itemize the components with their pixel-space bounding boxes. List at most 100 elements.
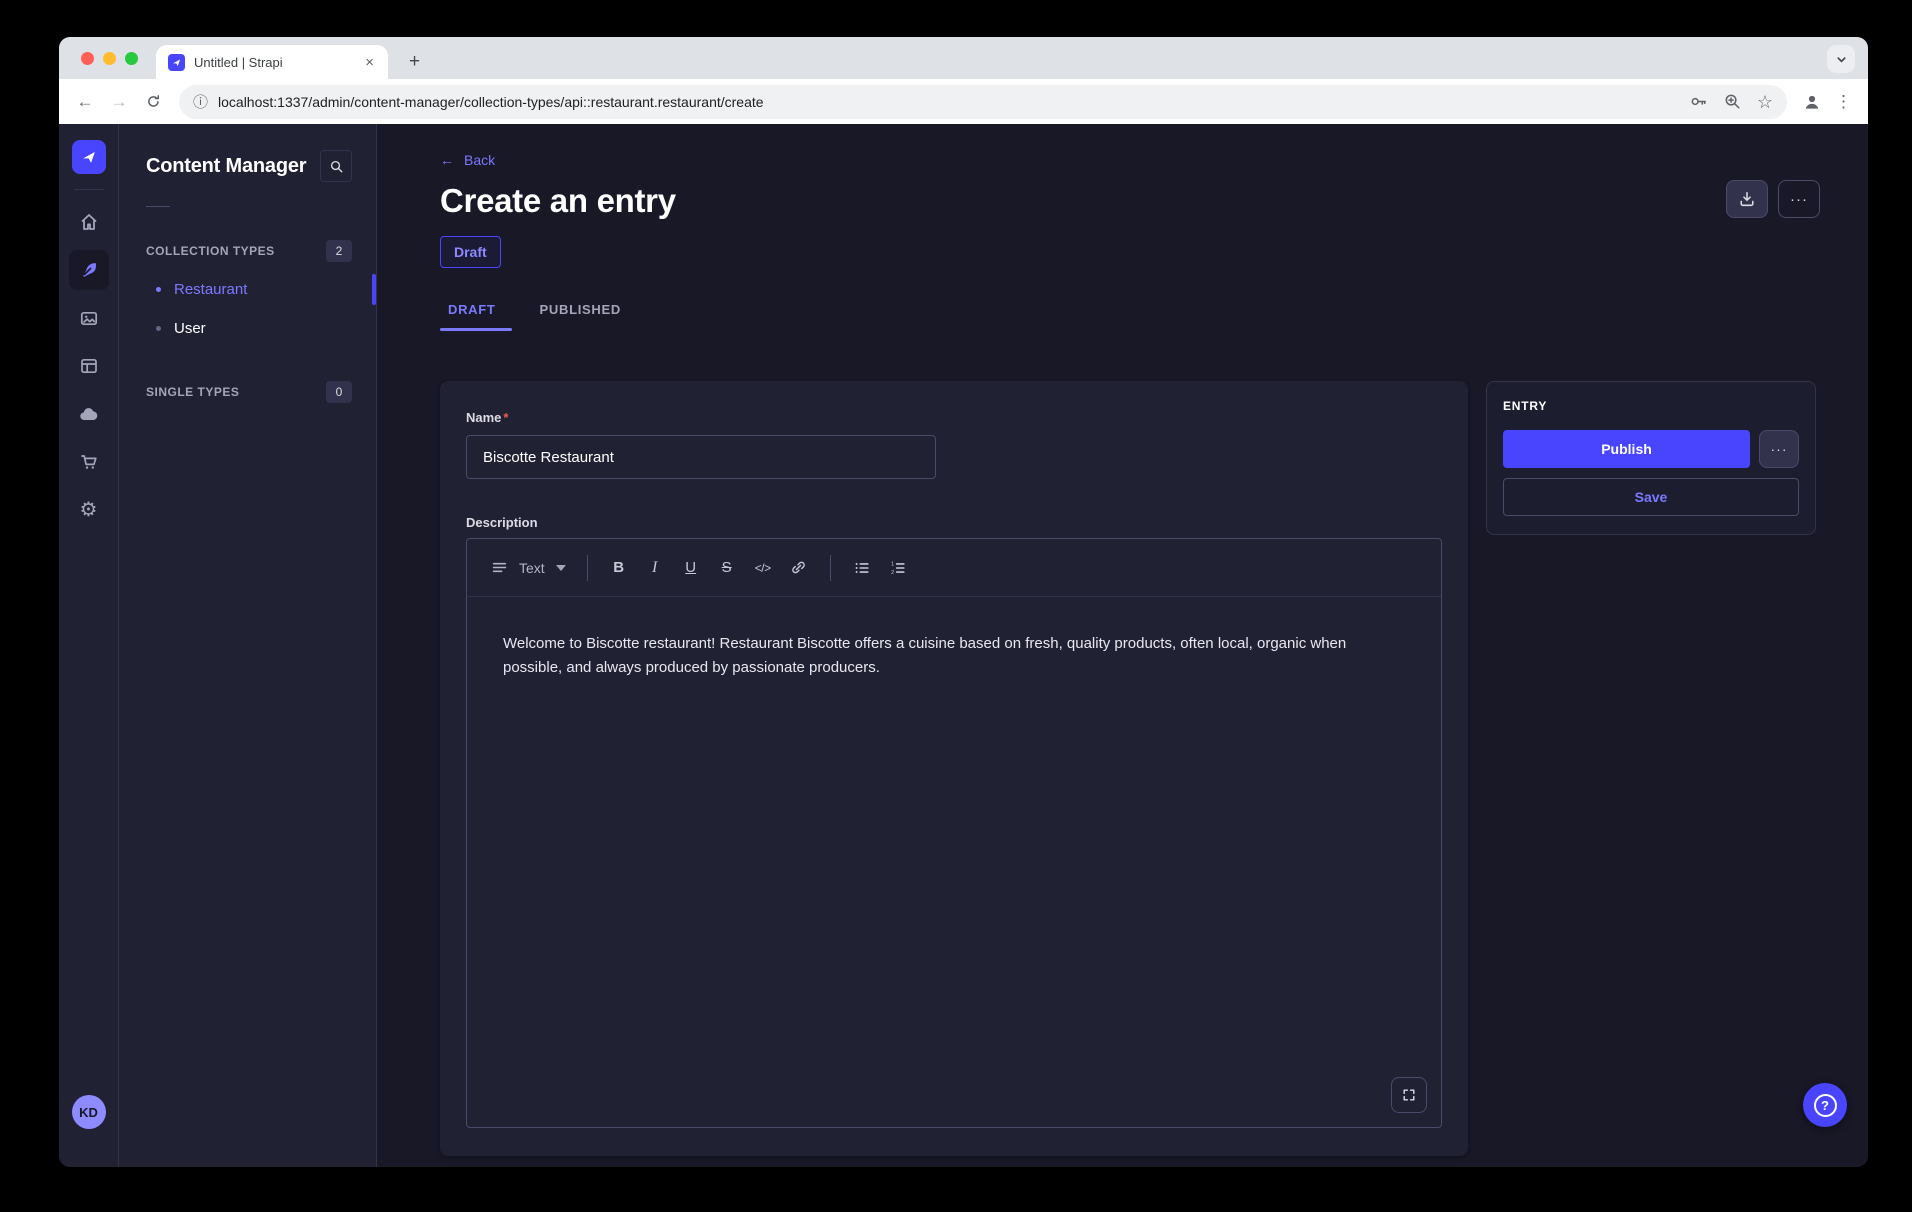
tab-published[interactable]: PUBLISHED (532, 302, 637, 331)
toolbar-divider (587, 555, 588, 581)
sidebar-item-cloud[interactable] (69, 394, 109, 434)
content-manager-sidebar: Content Manager COLLECTION TYPES 2 Resta… (119, 124, 377, 1167)
name-input[interactable] (466, 435, 936, 479)
entry-form-row: Name* Description Text B (440, 381, 1820, 1156)
tab-search-button[interactable] (1827, 45, 1855, 73)
password-key-icon[interactable] (1689, 92, 1708, 111)
single-types-label: SINGLE TYPES (146, 385, 239, 399)
link-button[interactable] (782, 551, 816, 585)
sidebar-item-home[interactable] (69, 202, 109, 242)
collection-types-list: Restaurant User (146, 270, 352, 348)
browser-window: Untitled | Strapi × + ← → ⓘ localhost:13… (59, 37, 1868, 1167)
sidebar-item-restaurant[interactable]: Restaurant (146, 270, 352, 309)
sidebar-divider (146, 206, 170, 207)
sidebar-item-settings[interactable]: ⚙ (69, 490, 109, 530)
strapi-favicon-icon (168, 54, 185, 71)
back-label: Back (464, 152, 495, 168)
entry-form-card: Name* Description Text B (440, 381, 1468, 1156)
download-icon (1738, 190, 1756, 208)
caret-down-icon (556, 565, 566, 571)
bulleted-list-button[interactable] (845, 551, 879, 585)
bookmark-star-icon[interactable]: ☆ (1757, 93, 1773, 111)
back-arrow-icon: ← (440, 152, 454, 168)
entry-panel-title: ENTRY (1503, 399, 1799, 413)
entry-more-button[interactable]: ··· (1759, 430, 1799, 468)
underline-button[interactable]: U (674, 551, 708, 585)
link-icon (790, 559, 807, 576)
toolbar-divider (830, 555, 831, 581)
close-window-button[interactable] (81, 52, 94, 65)
collection-types-count-badge: 2 (326, 240, 352, 262)
more-actions-button[interactable]: ··· (1778, 180, 1820, 218)
back-link[interactable]: ← Back (440, 152, 495, 168)
strapi-logo-button[interactable] (72, 140, 106, 174)
strikethrough-button[interactable]: S (710, 551, 744, 585)
required-asterisk: * (503, 410, 508, 425)
browser-profile-icon[interactable] (1797, 87, 1827, 117)
sidebar-item-content-manager[interactable] (69, 250, 109, 290)
publish-button[interactable]: Publish (1503, 430, 1750, 468)
sidebar-item-media-library[interactable] (69, 298, 109, 338)
chevron-down-icon (1835, 53, 1848, 66)
nav-divider (74, 189, 104, 190)
sidebar-item-label: Restaurant (174, 281, 247, 298)
browser-menu-icon[interactable]: ⋮ (1829, 92, 1858, 112)
editor-toolbar: Text B I U S </> (467, 539, 1441, 597)
svg-text:1: 1 (891, 561, 894, 567)
search-button[interactable] (320, 150, 352, 182)
zoom-window-button[interactable] (125, 52, 138, 65)
save-button[interactable]: Save (1503, 478, 1799, 516)
strapi-logo-glyph (171, 57, 182, 68)
sidebar-item-user[interactable]: User (146, 309, 352, 348)
numbered-list-icon: 12 (889, 559, 907, 577)
expand-editor-button[interactable] (1391, 1077, 1427, 1113)
description-text[interactable]: Welcome to Biscotte restaurant! Restaura… (503, 632, 1405, 680)
url-text[interactable]: localhost:1337/admin/content-manager/col… (218, 94, 1679, 110)
zoom-icon[interactable] (1723, 92, 1742, 111)
browser-tab[interactable]: Untitled | Strapi × (156, 45, 388, 79)
status-badge: Draft (440, 236, 501, 268)
forward-button[interactable]: → (103, 86, 135, 118)
person-icon (1802, 92, 1822, 112)
address-bar[interactable]: ⓘ localhost:1337/admin/content-manager/c… (179, 85, 1787, 119)
reload-button[interactable] (137, 86, 169, 118)
browser-toolbar: ← → ⓘ localhost:1337/admin/content-manag… (59, 79, 1868, 124)
browser-tab-strip: Untitled | Strapi × + (59, 37, 1868, 79)
sidebar-item-marketplace[interactable] (69, 442, 109, 482)
publish-row: Publish ··· (1503, 430, 1799, 468)
italic-button[interactable]: I (638, 551, 672, 585)
page-title: Create an entry (440, 182, 1820, 220)
user-avatar[interactable]: KD (72, 1095, 106, 1129)
tab-draft[interactable]: DRAFT (440, 302, 512, 331)
sidebar-item-label: User (174, 320, 206, 337)
bulleted-list-icon (853, 559, 871, 577)
sidebar-title: Content Manager (146, 155, 306, 178)
numbered-list-button[interactable]: 12 (881, 551, 915, 585)
app-nav-rail: ⚙ KD (59, 124, 119, 1167)
bullet-icon (156, 326, 161, 331)
version-tabs: DRAFT PUBLISHED (440, 302, 1820, 331)
bullet-icon (156, 287, 161, 292)
close-tab-icon[interactable]: × (363, 53, 376, 72)
minimize-window-button[interactable] (103, 52, 116, 65)
block-type-dropdown[interactable]: Text (483, 550, 574, 586)
expand-icon (1401, 1087, 1417, 1103)
cloud-icon (78, 404, 99, 425)
shopping-cart-icon (79, 452, 99, 472)
sidebar-item-content-type-builder[interactable] (69, 346, 109, 386)
help-button[interactable]: ? (1803, 1083, 1847, 1127)
window-controls (81, 52, 138, 65)
new-tab-button[interactable]: + (401, 48, 428, 75)
media-library-icon (79, 308, 99, 328)
editor-content[interactable]: Welcome to Biscotte restaurant! Restaura… (467, 597, 1441, 1127)
code-button[interactable]: </> (746, 551, 780, 585)
bold-button[interactable]: B (602, 551, 636, 585)
rich-text-editor: Text B I U S </> (466, 538, 1442, 1128)
back-button[interactable]: ← (69, 86, 101, 118)
description-field-label: Description (466, 515, 1442, 530)
omnibox-icons: ☆ (1689, 92, 1773, 111)
site-info-icon[interactable]: ⓘ (193, 91, 208, 112)
gear-icon: ⚙ (80, 500, 98, 520)
export-button[interactable] (1726, 180, 1768, 218)
header-actions: ··· (1726, 180, 1820, 218)
